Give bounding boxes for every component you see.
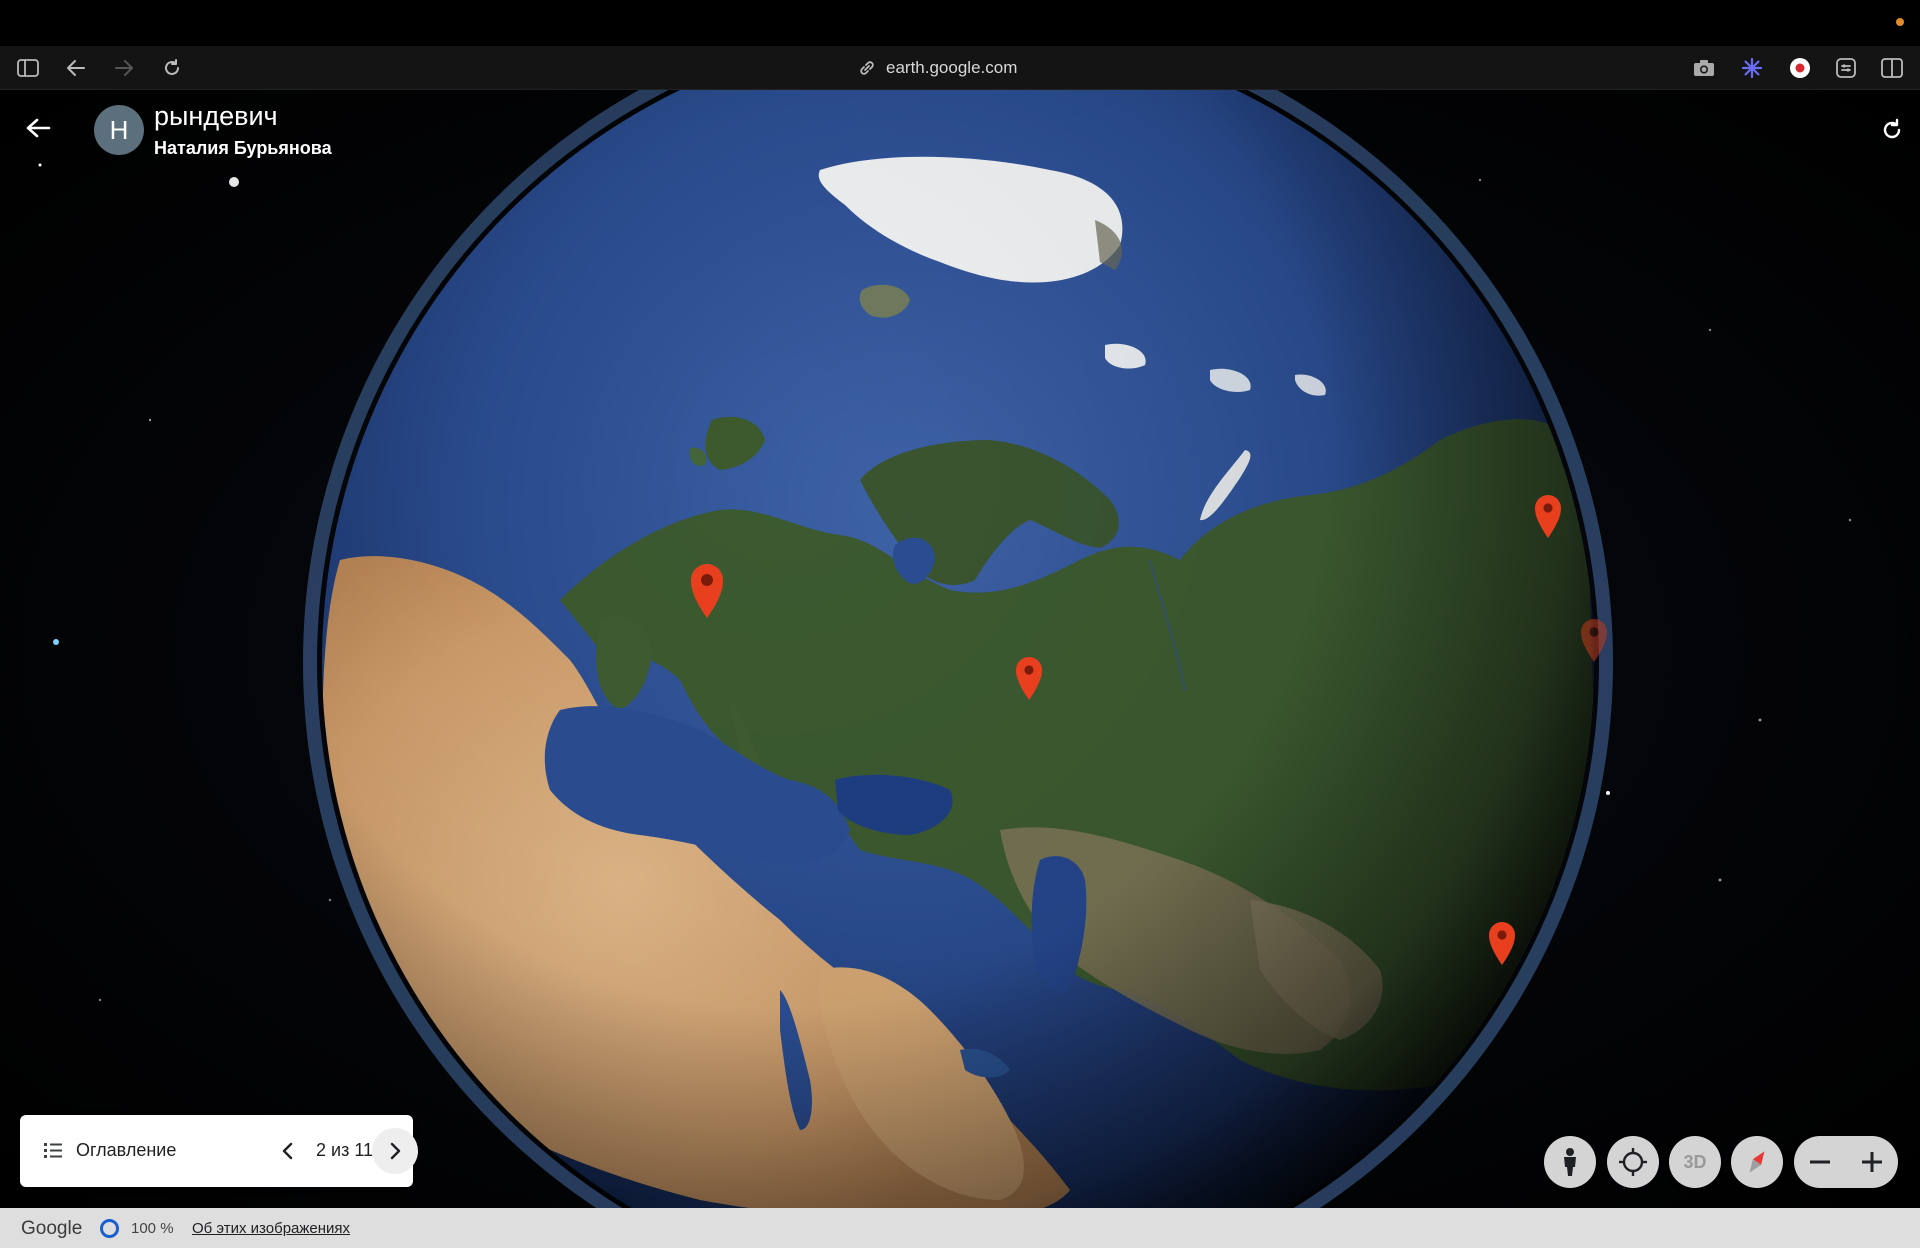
zoom-controls xyxy=(1794,1136,1898,1188)
status-bar: Google 100 % Об этих изображениях xyxy=(0,1208,1920,1248)
minus-icon xyxy=(1810,1160,1830,1164)
recording-indicator-icon xyxy=(1896,18,1904,26)
camera-icon[interactable] xyxy=(1690,54,1718,82)
globe-canvas[interactable] xyxy=(0,90,1920,1208)
story-title: рындевич xyxy=(154,101,278,131)
browser-toolbar: earth.google.com xyxy=(0,46,1920,90)
load-percent: 100 % xyxy=(131,1220,174,1237)
link-icon xyxy=(860,61,874,75)
chevron-left-icon xyxy=(282,1142,293,1160)
extension-burst-icon[interactable] xyxy=(1738,54,1766,82)
compass-button[interactable] xyxy=(1731,1136,1783,1188)
reset-view-icon[interactable] xyxy=(1876,114,1908,146)
split-view-icon[interactable] xyxy=(1878,54,1906,82)
plus-icon xyxy=(1862,1152,1882,1172)
extensions-menu-icon[interactable] xyxy=(1832,54,1860,82)
system-menubar xyxy=(0,0,1920,46)
toc-label[interactable]: Оглавление xyxy=(76,1140,176,1161)
zoom-out-button[interactable] xyxy=(1794,1136,1846,1188)
pegman-icon xyxy=(1564,1148,1576,1176)
next-slide-button[interactable] xyxy=(372,1128,418,1174)
previous-slide-button[interactable] xyxy=(274,1137,302,1165)
app-root: earth.google.com Н рындевич Наталия Бурь… xyxy=(0,0,1920,1248)
pegman-button[interactable] xyxy=(1544,1136,1596,1188)
story-back-button[interactable] xyxy=(20,110,56,146)
author-avatar: Н xyxy=(94,105,144,155)
back-arrow-icon[interactable] xyxy=(62,54,90,82)
threed-label: 3D xyxy=(1683,1151,1707,1172)
toggle-3d-button[interactable]: 3D xyxy=(1669,1136,1721,1188)
sidebar-toggle-icon[interactable] xyxy=(14,54,42,82)
my-location-button[interactable] xyxy=(1607,1136,1659,1188)
slide-counter: 2 из 11 xyxy=(316,1140,374,1160)
chevron-right-icon xyxy=(390,1142,401,1160)
compass-icon xyxy=(1749,1151,1765,1173)
list-icon[interactable] xyxy=(42,1139,64,1161)
earth-viewport[interactable] xyxy=(0,90,1920,1208)
address-bar[interactable]: earth.google.com xyxy=(858,56,1017,80)
crosshair-icon xyxy=(1619,1148,1647,1176)
imagery-info-link[interactable]: Об этих изображениях xyxy=(192,1220,350,1237)
reload-icon[interactable] xyxy=(158,54,186,82)
google-logo: Google xyxy=(21,1218,83,1239)
record-extension-icon[interactable] xyxy=(1786,54,1814,82)
loading-ring-icon xyxy=(100,1219,119,1238)
forward-arrow-icon[interactable] xyxy=(110,54,138,82)
story-author: Наталия Бурьянова xyxy=(154,138,332,158)
globe-shading xyxy=(322,90,1594,1208)
table-of-contents-panel: Оглавление 2 из 11 xyxy=(20,1115,418,1187)
address-url: earth.google.com xyxy=(886,58,1018,77)
zoom-in-button[interactable] xyxy=(1846,1136,1898,1188)
